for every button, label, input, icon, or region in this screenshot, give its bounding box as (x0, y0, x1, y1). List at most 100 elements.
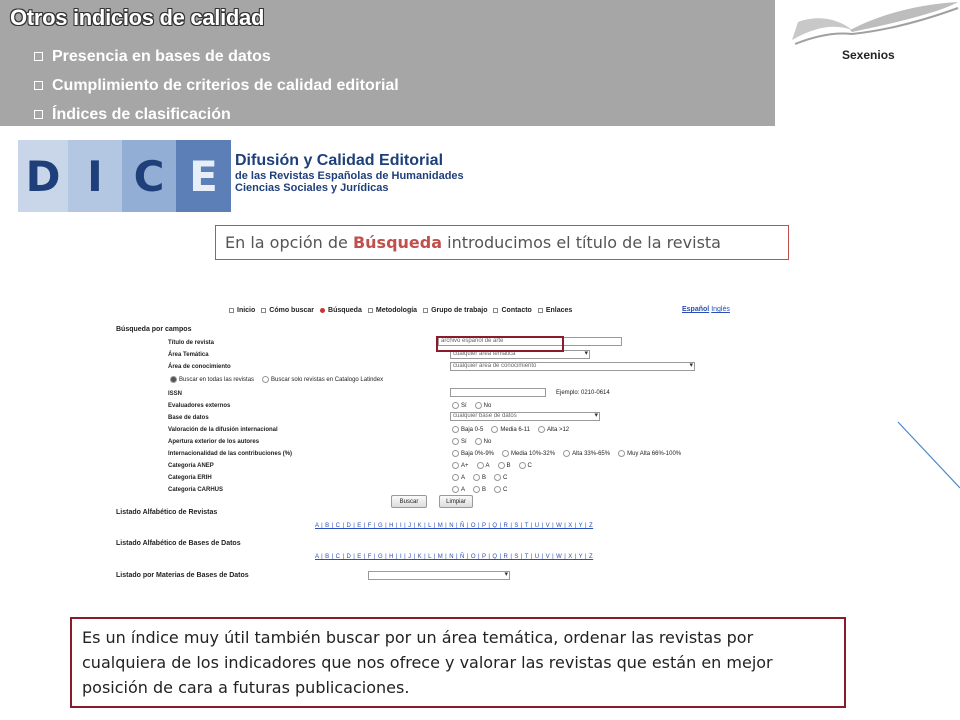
option-c[interactable]: C (494, 474, 507, 481)
nav-inicio[interactable]: Inicio (229, 307, 255, 314)
option-label: Alta 33%-65% (572, 450, 611, 457)
radio-icon (497, 462, 505, 469)
search-button[interactable]: Buscar (391, 495, 427, 508)
option-label: B (482, 486, 487, 493)
option-alta[interactable]: Alta >12 (537, 426, 570, 433)
option-b[interactable]: B (497, 462, 511, 469)
decorative-line (897, 421, 960, 489)
nav-grupo[interactable]: Grupo de trabajo (423, 307, 487, 314)
option-si[interactable]: Sí (452, 402, 467, 409)
option-no[interactable]: No (474, 402, 492, 409)
nav-enlaces[interactable]: Enlaces (537, 307, 573, 314)
site-nav: Inicio Cómo buscar Búsqueda Metodología … (229, 307, 572, 314)
dice-letter: D (18, 140, 68, 212)
option-label: A (485, 462, 490, 469)
label-anep: Categoría ANEP (168, 463, 214, 469)
evaluadores-options: Sí No (452, 402, 491, 409)
highlight-frame (436, 336, 564, 352)
option-label: C (503, 486, 508, 493)
option-label: Baja 0%-9% (461, 450, 495, 457)
option-c[interactable]: C (494, 486, 507, 493)
square-bullet-icon (229, 308, 234, 313)
scope-all-option[interactable]: Buscar en todas las revistas (170, 376, 254, 383)
clear-button[interactable]: Limpiar (439, 495, 473, 508)
option-no[interactable]: No (474, 438, 491, 445)
nav-label: Metodología (375, 307, 418, 314)
dice-letter: I (68, 140, 122, 212)
option-media[interactable]: Media 10%-32% (502, 450, 555, 457)
alphabet-bases-links[interactable]: A | B | C | D | E | F | G | H | I | J | … (315, 554, 593, 560)
nav-como-buscar[interactable]: Cómo buscar (261, 307, 314, 314)
square-bullet-icon (261, 308, 267, 313)
nav-metodologia[interactable]: Metodología (367, 307, 418, 314)
dice-letter: E (176, 140, 231, 212)
nav-busqueda[interactable]: Búsqueda (320, 307, 362, 314)
label-carhus: Categoría CARHUS (168, 487, 224, 493)
list-revistas-title: Listado Alfabético de Revistas (116, 509, 218, 516)
label-internacionalidad: Internacionalidad de las contribuciones … (168, 451, 293, 457)
option-b[interactable]: B (473, 474, 486, 481)
note-box: Es un índice muy útil también buscar por… (70, 617, 846, 708)
option-a-plus[interactable]: A+ (452, 462, 469, 469)
search-scope: Buscar en todas las revistas Buscar solo… (170, 376, 383, 383)
checkbox-icon (34, 110, 43, 119)
option-a[interactable]: A (452, 486, 465, 493)
radio-icon (537, 426, 545, 433)
label-evaluadores: Evaluadores externos (168, 403, 231, 409)
checkbox-icon (34, 52, 43, 61)
radio-icon (452, 426, 459, 433)
option-label: Alta >12 (546, 426, 570, 433)
area-conocimiento-select[interactable]: cualquier área de conocimiento (450, 362, 695, 371)
option-media[interactable]: Media 6-11 (491, 426, 530, 433)
nav-label: Contacto (501, 307, 532, 314)
callout-keyword: Búsqueda (352, 233, 443, 252)
option-label: Muy Alta 66%-100% (627, 450, 682, 457)
lang-en-link[interactable]: Inglés (711, 306, 730, 313)
square-bullet-icon (367, 308, 373, 313)
lang-es-link[interactable]: Español (682, 306, 709, 313)
option-label: No (483, 402, 492, 409)
option-label: Media 6-11 (500, 426, 530, 433)
materias-select[interactable] (368, 571, 510, 580)
square-bullet-icon (537, 308, 543, 313)
list-materias-title: Listado por Materias de Bases de Datos (116, 572, 249, 579)
radio-checked-icon (170, 376, 177, 383)
option-label: Baja 0-5 (461, 426, 484, 433)
option-si[interactable]: Sí (452, 438, 467, 445)
nav-contacto[interactable]: Contacto (493, 307, 532, 314)
radio-icon (473, 486, 481, 493)
option-b[interactable]: B (473, 486, 486, 493)
radio-icon (262, 376, 270, 383)
option-label: B (506, 462, 511, 469)
callout-text: En la opción de (225, 233, 353, 252)
callout-text: introducimos el título de la revista (442, 233, 721, 252)
bullet-label: Cumplimiento de criterios de calidad edi… (52, 76, 399, 94)
option-label: C (527, 462, 532, 469)
option-a[interactable]: A (452, 474, 465, 481)
label-apertura: Apertura exterior de los autores (168, 439, 260, 445)
radio-icon (473, 474, 481, 481)
option-baja[interactable]: Baja 0%-9% (452, 450, 494, 457)
base-datos-select[interactable]: cualquier base de datos (450, 412, 600, 421)
label-erih: Categoría ERIH (168, 475, 212, 481)
option-alta[interactable]: Alta 33%-65% (563, 450, 610, 457)
option-label: Sí (461, 438, 467, 445)
option-label: C (503, 474, 508, 481)
alphabet-revistas-links[interactable]: A | B | C | D | E | F | G | H | I | J | … (315, 523, 593, 529)
form-title: Búsqueda por campos (116, 326, 192, 333)
nav-label: Enlaces (545, 307, 573, 314)
dice-search-page: Inicio Cómo buscar Búsqueda Metodología … (112, 300, 742, 596)
dice-subtitle: Ciencias Sociales y Jurídicas (235, 182, 389, 194)
nav-label: Cómo buscar (269, 307, 315, 314)
issn-input[interactable] (450, 388, 546, 397)
carhus-options: A B C (452, 486, 507, 493)
dice-caption: Difusión y Calidad Editorial de las Revi… (235, 140, 464, 212)
valoracion-options: Baja 0-5 Media 6-11 Alta >12 (452, 426, 569, 433)
radio-icon (494, 486, 502, 493)
scope-latindex-option[interactable]: Buscar solo revistas en Catalogo Latinde… (262, 376, 383, 383)
option-baja[interactable]: Baja 0-5 (452, 426, 483, 433)
option-c[interactable]: C (518, 462, 532, 469)
option-muy-alta[interactable]: Muy Alta 66%-100% (618, 450, 681, 457)
option-a[interactable]: A (476, 462, 490, 469)
label-issn: ISSN (168, 391, 183, 397)
